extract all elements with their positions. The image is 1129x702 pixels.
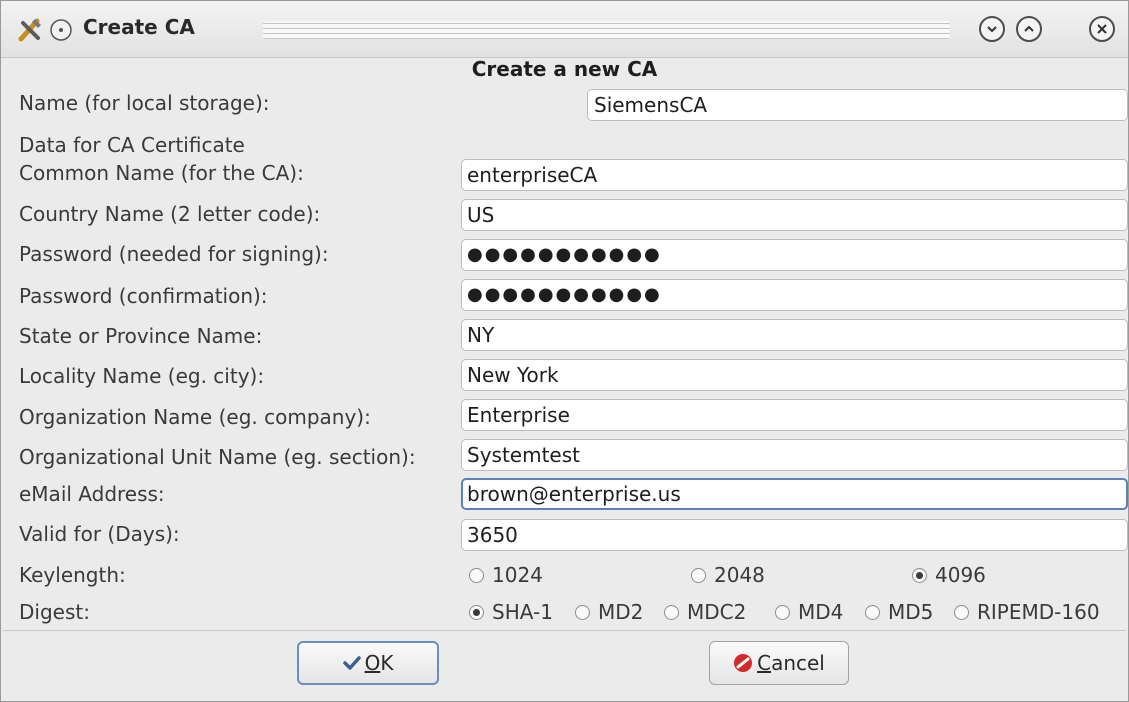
radio-label: MD4	[798, 600, 844, 624]
digest-radio-md5[interactable]: MD5	[865, 600, 933, 624]
dialog-heading: Create a new CA	[471, 57, 658, 81]
close-icon[interactable]	[1089, 16, 1115, 42]
cancel-label: ancel	[771, 651, 825, 675]
valid-days-field[interactable]: 3650	[461, 519, 1128, 551]
digest-radio-md2[interactable]: MD2	[575, 600, 643, 624]
radio-label: 2048	[714, 563, 765, 587]
radio-indicator	[912, 567, 927, 583]
state-label: State or Province Name:	[19, 324, 263, 348]
password-confirm-label: Password (confirmation):	[19, 284, 268, 308]
radio-indicator	[469, 567, 484, 583]
digest-label: Digest:	[19, 600, 90, 624]
digest-radio-md4[interactable]: MD4	[775, 600, 843, 624]
radio-label: RIPEMD-160	[977, 600, 1100, 624]
radio-indicator	[865, 604, 880, 620]
name-field[interactable]: SiemensCA	[587, 89, 1128, 121]
radio-label: MD5	[888, 600, 934, 624]
state-field[interactable]: NY	[461, 319, 1128, 351]
radio-label: 1024	[492, 563, 543, 587]
tools-icon[interactable]	[15, 15, 45, 45]
name-label: Name (for local storage):	[19, 91, 270, 115]
maximize-icon[interactable]	[1016, 16, 1042, 42]
common-name-label: Common Name (for the CA):	[19, 161, 304, 185]
cancel-button[interactable]: Cancel	[709, 641, 849, 685]
keylength-radio-4096[interactable]: 4096	[912, 563, 986, 587]
keylength-label: Keylength:	[19, 563, 126, 587]
locality-field[interactable]: New York	[461, 359, 1128, 391]
radio-indicator	[691, 567, 706, 583]
email-field[interactable]: brown@enterprise.us	[461, 478, 1128, 510]
organization-label: Organization Name (eg. company):	[19, 405, 371, 429]
password-label: Password (needed for signing):	[19, 242, 329, 266]
valid-days-label: Valid for (Days):	[19, 522, 180, 546]
keylength-radio-1024[interactable]: 1024	[469, 563, 543, 587]
cancel-mnemonic: C	[757, 651, 772, 675]
radio-label: 4096	[935, 563, 986, 587]
create-ca-dialog: Create CA Create a new CA Name (for loca…	[0, 0, 1129, 702]
button-separator	[3, 630, 1126, 631]
radio-indicator	[575, 604, 590, 620]
title-grip	[263, 21, 950, 39]
radio-indicator	[954, 604, 969, 620]
radio-label: MDC2	[687, 600, 747, 624]
ok-mnemonic: O	[364, 651, 381, 675]
minimize-icon[interactable]	[979, 16, 1005, 42]
locality-label: Locality Name (eg. city):	[19, 364, 265, 388]
keylength-radio-2048[interactable]: 2048	[691, 563, 765, 587]
digest-radio-sha1[interactable]: SHA-1	[469, 600, 553, 624]
ok-label: K	[380, 651, 394, 675]
title-bar[interactable]: Create CA	[1, 1, 1128, 58]
window-title: Create CA	[83, 15, 195, 39]
org-unit-label: Organizational Unit Name (eg. section):	[19, 445, 416, 469]
cancel-icon	[734, 654, 753, 672]
organization-field[interactable]: Enterprise	[461, 399, 1128, 431]
common-name-field[interactable]: enterpriseCA	[461, 159, 1128, 191]
radio-label: SHA-1	[492, 600, 553, 624]
radio-indicator	[469, 604, 484, 620]
country-label: Country Name (2 letter code):	[19, 202, 321, 226]
radio-indicator	[775, 604, 790, 620]
password-field[interactable]: ●●●●●●●●●●●	[461, 239, 1128, 271]
digest-radio-mdc2[interactable]: MDC2	[664, 600, 746, 624]
radio-label: MD2	[598, 600, 644, 624]
country-field[interactable]: US	[461, 199, 1128, 231]
checkmark-icon	[342, 656, 361, 670]
email-label: eMail Address:	[19, 482, 165, 506]
radio-indicator	[664, 604, 679, 620]
section-label: Data for CA Certificate	[19, 133, 245, 157]
ok-button[interactable]: OK	[297, 641, 439, 685]
digest-radio-ripemd160[interactable]: RIPEMD-160	[954, 600, 1100, 624]
org-unit-field[interactable]: Systemtest	[461, 439, 1128, 471]
password-confirm-field[interactable]: ●●●●●●●●●●●	[461, 279, 1128, 311]
circle-dot-icon[interactable]	[49, 18, 73, 42]
